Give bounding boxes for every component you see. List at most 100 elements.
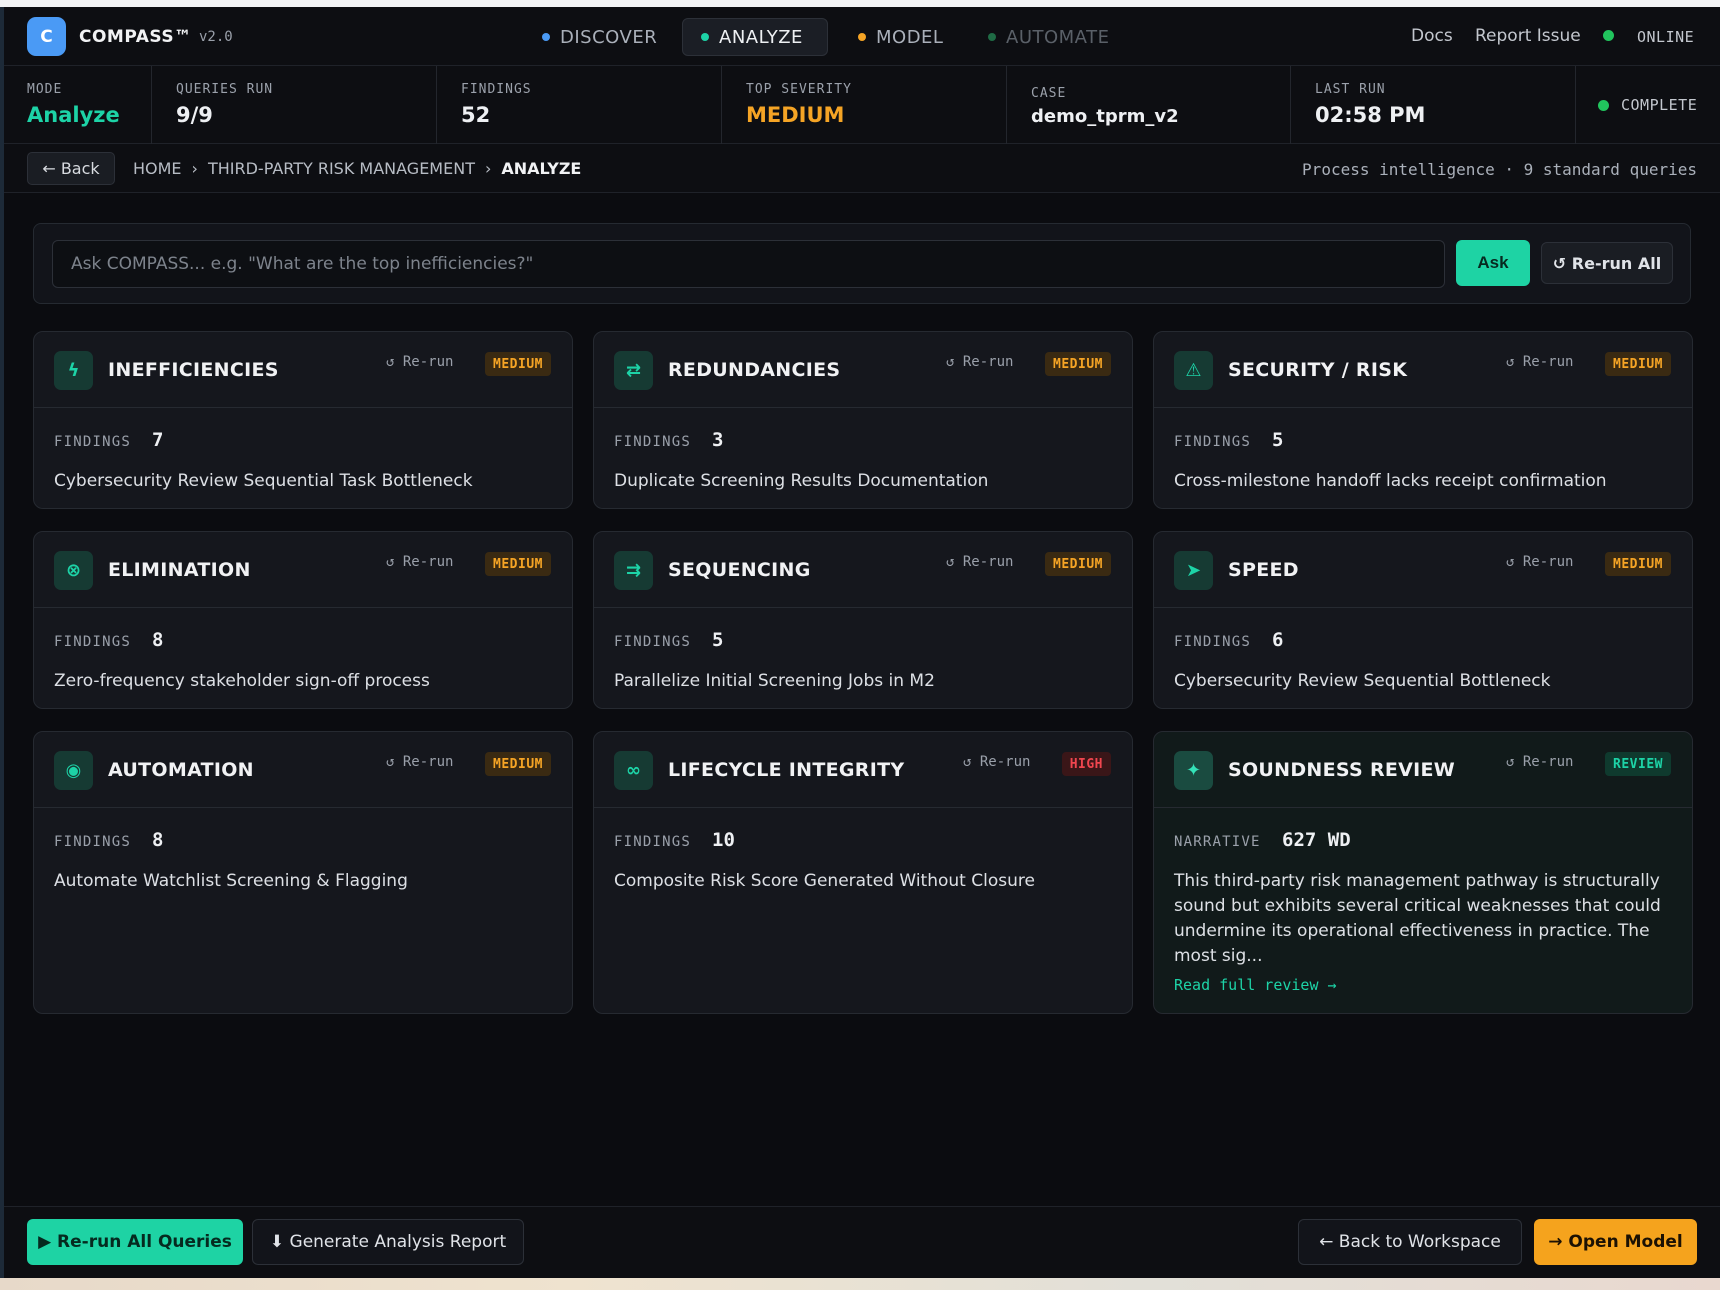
card-finding-text: Duplicate Screening Results Documentatio… [614, 471, 989, 491]
stat-queries-label: QUERIES RUN [176, 82, 274, 97]
top-nav: C COMPASS™ v2.0 DISCOVER ANALYZE MODEL A… [4, 7, 1720, 66]
ask-button[interactable]: Ask [1456, 240, 1530, 286]
severity-badge: MEDIUM [1605, 552, 1671, 576]
severity-badge: MEDIUM [485, 752, 551, 776]
card-header: ∞ LIFECYCLE INTEGRITY ↺ Re-run HIGH [594, 732, 1132, 808]
stat-findings: FINDINGS 52 [437, 66, 722, 144]
tab-analyze-label: ANALYZE [719, 26, 803, 48]
play-arrow-icon: ➤ [1174, 551, 1213, 590]
tab-model[interactable]: MODEL [840, 18, 961, 56]
card-metric-value: 5 [1272, 429, 1284, 451]
ask-input[interactable] [52, 240, 1445, 288]
breadcrumb-home[interactable]: HOME [133, 159, 182, 178]
card-security-risk[interactable]: ⚠ SECURITY / RISK ↺ Re-run MEDIUM FINDIN… [1153, 331, 1693, 509]
stat-mode-label: MODE [27, 82, 63, 97]
generate-report-button[interactable]: ⬇ Generate Analysis Report [252, 1219, 524, 1265]
open-model-button[interactable]: → Open Model [1534, 1219, 1697, 1265]
breadcrumb: HOME › THIRD-PARTY RISK MANAGEMENT › ANA… [133, 159, 581, 178]
online-status-label: ONLINE [1637, 28, 1695, 46]
read-full-review-link[interactable]: Read full review → [1174, 976, 1337, 994]
back-button[interactable]: ← Back [27, 152, 115, 185]
card-title: AUTOMATION [108, 759, 254, 781]
stat-severity-value: MEDIUM [746, 103, 845, 127]
stat-queries-value: 9/9 [176, 103, 213, 127]
card-title: SOUNDNESS REVIEW [1228, 759, 1456, 781]
rerun-all-queries-button[interactable]: ▶ Re-run All Queries [27, 1219, 243, 1265]
stat-lastrun-label: LAST RUN [1315, 82, 1386, 97]
card-metric-label: FINDINGS [54, 634, 132, 650]
sparkle-icon: ✦ [1174, 751, 1213, 790]
card-header: ⊗ ELIMINATION ↺ Re-run MEDIUM [34, 532, 572, 608]
card-sequencing[interactable]: ⇉ SEQUENCING ↺ Re-run MEDIUM FINDINGS 5 … [593, 531, 1133, 709]
tab-analyze[interactable]: ANALYZE [682, 18, 828, 56]
card-rerun-button[interactable]: ↺ Re-run [946, 554, 1013, 570]
card-rerun-button[interactable]: ↺ Re-run [1506, 354, 1573, 370]
severity-badge: MEDIUM [485, 352, 551, 376]
card-metric-value: 5 [712, 629, 724, 651]
severity-badge: REVIEW [1605, 752, 1671, 776]
automate-dot-icon [988, 33, 996, 41]
card-redundancies[interactable]: ⇄ REDUNDANCIES ↺ Re-run MEDIUM FINDINGS … [593, 331, 1133, 509]
card-header: ✦ SOUNDNESS REVIEW ↺ Re-run REVIEW [1154, 732, 1692, 808]
tab-automate[interactable]: AUTOMATE [970, 18, 1127, 56]
report-issue-link[interactable]: Report Issue [1475, 26, 1581, 46]
card-inefficiencies[interactable]: ϟ INEFFICIENCIES ↺ Re-run MEDIUM FINDING… [33, 331, 573, 509]
card-lifecycle-integrity[interactable]: ∞ LIFECYCLE INTEGRITY ↺ Re-run HIGH FIND… [593, 731, 1133, 1014]
card-finding-text: Cybersecurity Review Sequential Task Bot… [54, 471, 473, 491]
app-name: COMPASS™ [79, 27, 192, 47]
card-metric-label: FINDINGS [1174, 634, 1252, 650]
stats-bar: MODE Analyze QUERIES RUN 9/9 FINDINGS 52… [4, 66, 1720, 144]
stat-top-severity: TOP SEVERITY MEDIUM [722, 66, 1007, 144]
card-finding-text: This third-party risk management pathway… [1174, 871, 1661, 966]
card-title: REDUNDANCIES [668, 359, 841, 381]
window-top-edge [0, 0, 1720, 7]
card-metric-label: FINDINGS [54, 434, 132, 450]
tab-automate-label: AUTOMATE [1006, 26, 1110, 48]
stat-lastrun-value: 02:58 PM [1315, 103, 1426, 127]
target-icon: ◉ [54, 751, 93, 790]
card-elimination[interactable]: ⊗ ELIMINATION ↺ Re-run MEDIUM FINDINGS 8… [33, 531, 573, 709]
card-metric-value: 8 [152, 629, 164, 651]
app-version: v2.0 [199, 29, 233, 45]
stat-findings-label: FINDINGS [461, 82, 532, 97]
severity-badge: MEDIUM [1045, 352, 1111, 376]
severity-badge: MEDIUM [1045, 552, 1111, 576]
ask-panel: Ask ↺ Re-run All [33, 223, 1691, 304]
card-finding-text: Cross-milestone handoff lacks receipt co… [1174, 471, 1607, 491]
lightning-icon: ϟ [54, 351, 93, 390]
card-rerun-button[interactable]: ↺ Re-run [946, 354, 1013, 370]
card-automation[interactable]: ◉ AUTOMATION ↺ Re-run MEDIUM FINDINGS 8 … [33, 731, 573, 1014]
card-header: ➤ SPEED ↺ Re-run MEDIUM [1154, 532, 1692, 608]
card-title: SEQUENCING [668, 559, 811, 581]
docs-link[interactable]: Docs [1411, 26, 1453, 46]
run-status-label: COMPLETE [1621, 96, 1698, 114]
stat-findings-value: 52 [461, 103, 491, 127]
rerun-all-button[interactable]: ↺ Re-run All [1541, 242, 1673, 284]
card-metric-label: FINDINGS [1174, 434, 1252, 450]
card-soundness-review[interactable]: ✦ SOUNDNESS REVIEW ↺ Re-run REVIEW NARRA… [1153, 731, 1693, 1014]
card-metric-value: 10 [712, 829, 735, 851]
card-rerun-button[interactable]: ↺ Re-run [386, 754, 453, 770]
card-rerun-button[interactable]: ↺ Re-run [1506, 754, 1573, 770]
back-to-workspace-button[interactable]: ← Back to Workspace [1298, 1219, 1522, 1265]
breadcrumb-separator: › [484, 159, 492, 178]
card-rerun-button[interactable]: ↺ Re-run [386, 354, 453, 370]
online-status-icon [1603, 30, 1614, 41]
card-speed[interactable]: ➤ SPEED ↺ Re-run MEDIUM FINDINGS 6 Cyber… [1153, 531, 1693, 709]
card-rerun-button[interactable]: ↺ Re-run [386, 554, 453, 570]
analyze-dot-icon [701, 33, 709, 41]
tab-discover[interactable]: DISCOVER [524, 18, 675, 56]
card-metric-value: 3 [712, 429, 724, 451]
card-rerun-button[interactable]: ↺ Re-run [963, 754, 1030, 770]
card-title: SPEED [1228, 559, 1299, 581]
card-finding-text: Zero-frequency stakeholder sign-off proc… [54, 671, 430, 691]
card-rerun-button[interactable]: ↺ Re-run [1506, 554, 1573, 570]
stat-case-value: demo_tprm_v2 [1031, 106, 1179, 127]
stat-mode: MODE Analyze [4, 66, 152, 144]
discover-dot-icon [542, 33, 550, 41]
card-finding-text: Cybersecurity Review Sequential Bottlene… [1174, 671, 1551, 691]
card-finding-text: Parallelize Initial Screening Jobs in M2 [614, 671, 935, 691]
card-metric-value: 8 [152, 829, 164, 851]
breadcrumb-tprm[interactable]: THIRD-PARTY RISK MANAGEMENT [208, 159, 475, 178]
tab-discover-label: DISCOVER [560, 26, 658, 48]
